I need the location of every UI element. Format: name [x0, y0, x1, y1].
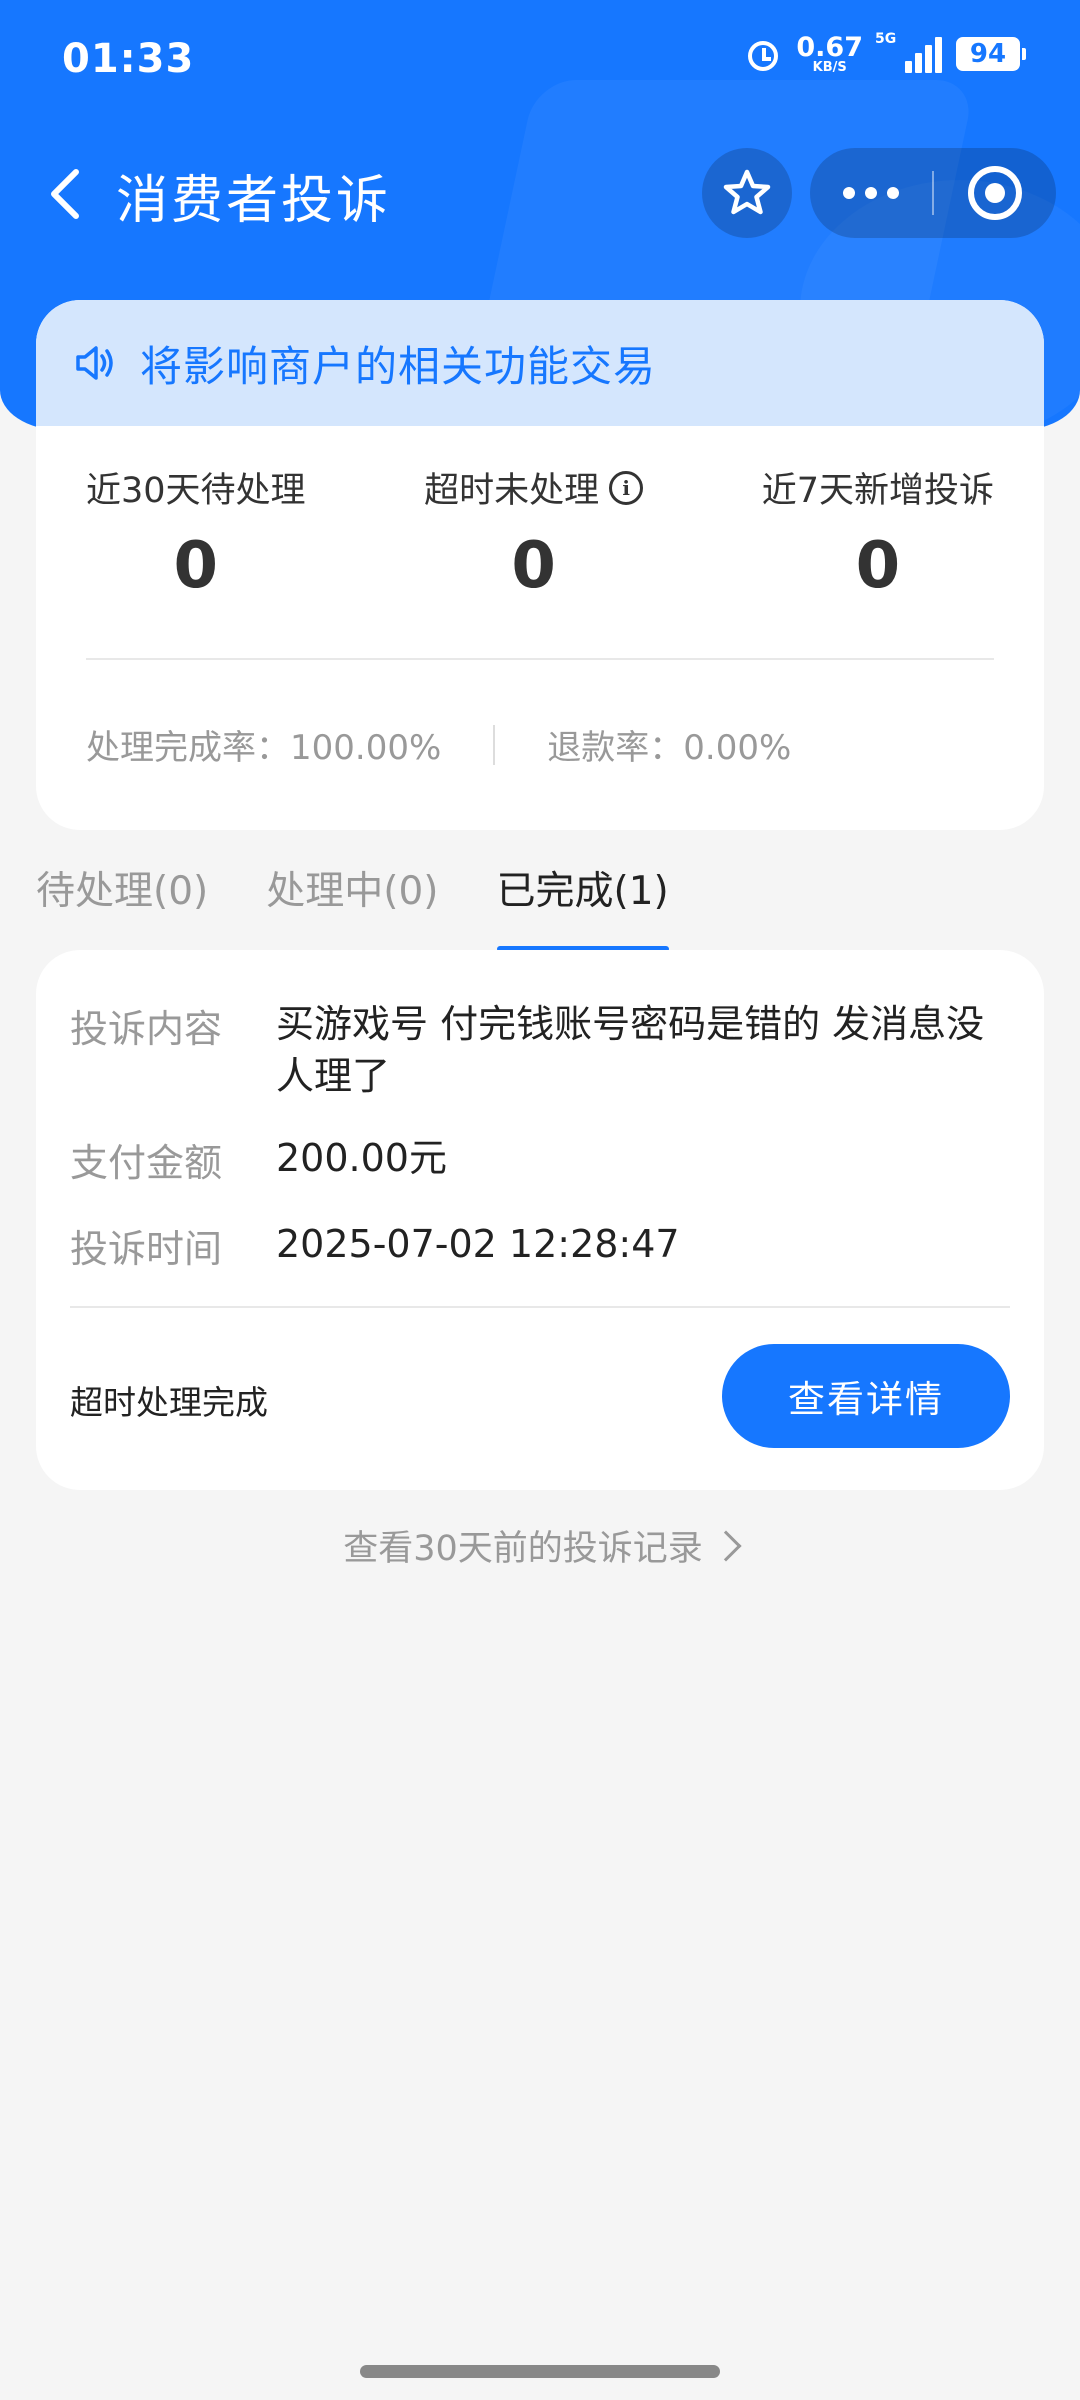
star-icon [723, 169, 771, 215]
status-bar: 01:33 0.67 KB/S 5G 94 [0, 0, 1080, 120]
completion-rate: 处理完成率：100.00% [86, 728, 442, 768]
chevron-right-icon [710, 1529, 742, 1562]
battery-icon: 94 [956, 37, 1026, 71]
status-tabs: 待处理(0) 处理中(0) 已完成(1) [36, 860, 1044, 952]
back-icon[interactable] [38, 164, 98, 224]
tab-label: 已完成(1) [496, 869, 669, 914]
card-divider [70, 1306, 1010, 1308]
status-time: 01:33 [62, 36, 195, 82]
net-speed-value: 0.67 [796, 32, 863, 63]
stat-value: 0 [511, 529, 556, 603]
rates-row: 处理完成率：100.00% 退款率：0.00% [86, 720, 791, 769]
stat-label: 近7天新增投诉 [761, 471, 994, 511]
home-indicator[interactable] [360, 2365, 720, 2378]
favorite-button[interactable] [702, 148, 792, 238]
stat-value: 0 [855, 529, 901, 603]
content-value: 买游戏号 付完钱账号密码是错的 发消息没人理了 [276, 1002, 985, 1098]
tab-processing[interactable]: 处理中(0) [266, 860, 438, 930]
status-icons: 0.67 KB/S 5G 94 [744, 31, 1026, 74]
page: 01:33 0.67 KB/S 5G 94 消费者投诉 将影响商户的相关功能交易… [0, 0, 1080, 2400]
stat-new-7d: 近7天新增投诉 0 [762, 462, 994, 603]
info-icon[interactable]: i [609, 470, 644, 505]
target-icon [968, 166, 1022, 220]
amount-value: 200.00元 [276, 1136, 447, 1180]
summary-card: 将影响商户的相关功能交易 近30天待处理 0 超时未处理 i 0 近7天新增投诉… [36, 300, 1044, 830]
stat-label: 近30天待处理 [86, 471, 306, 511]
alarm-icon [744, 35, 782, 73]
network-type: 5G [875, 31, 897, 47]
net-speed-unit: KB/S [812, 60, 847, 75]
nav-bar: 消费者投诉 [0, 140, 1080, 250]
amount-row: 支付金额 200.00元 [70, 1132, 996, 1187]
notice-text: 将影响商户的相关功能交易 [140, 341, 657, 391]
close-mini-program-button[interactable] [934, 148, 1056, 238]
net-speed: 0.67 KB/S [796, 34, 863, 74]
tab-label: 处理中(0) [266, 869, 439, 914]
amount-label: 支付金额 [70, 1141, 223, 1185]
signal-icon: 5G [875, 31, 942, 73]
complaint-content-row: 投诉内容 买游戏号 付完钱账号密码是错的 发消息没人理了 [70, 998, 996, 1102]
summary-divider [86, 658, 994, 660]
complaint-status: 超时处理完成 [70, 1383, 268, 1422]
time-row: 投诉时间 2025-07-02 12:28:47 [70, 1218, 996, 1273]
history-link-label: 查看30天前的投诉记录 [343, 1529, 703, 1569]
history-link[interactable]: 查看30天前的投诉记录 [0, 1520, 1080, 1571]
tab-pending[interactable]: 待处理(0) [36, 860, 208, 930]
tab-label: 待处理(0) [36, 869, 209, 914]
mini-program-capsule [810, 148, 1056, 238]
stat-pending-30d: 近30天待处理 0 [86, 462, 306, 603]
stat-overdue: 超时未处理 i 0 [424, 462, 644, 603]
battery-level: 94 [969, 39, 1007, 69]
refund-rate: 退款率：0.00% [547, 728, 792, 768]
stat-value: 0 [173, 529, 219, 603]
view-details-button[interactable]: 查看详情 [722, 1344, 1010, 1448]
speaker-icon [76, 346, 113, 380]
stats-row: 近30天待处理 0 超时未处理 i 0 近7天新增投诉 0 [36, 426, 1044, 603]
stat-label-wrap: 超时未处理 i [424, 462, 644, 513]
time-label: 投诉时间 [70, 1227, 223, 1271]
notice-banner: 将影响商户的相关功能交易 [36, 300, 1044, 426]
content-label: 投诉内容 [70, 1007, 223, 1051]
time-value: 2025-07-02 12:28:47 [276, 1222, 680, 1266]
page-title: 消费者投诉 [116, 171, 392, 231]
complaint-card[interactable]: 投诉内容 买游戏号 付完钱账号密码是错的 发消息没人理了 支付金额 200.00… [36, 950, 1044, 1490]
stat-label: 超时未处理 [424, 471, 600, 511]
more-icon[interactable] [810, 148, 932, 238]
rates-separator [493, 724, 496, 765]
tab-completed[interactable]: 已完成(1) [496, 860, 669, 952]
